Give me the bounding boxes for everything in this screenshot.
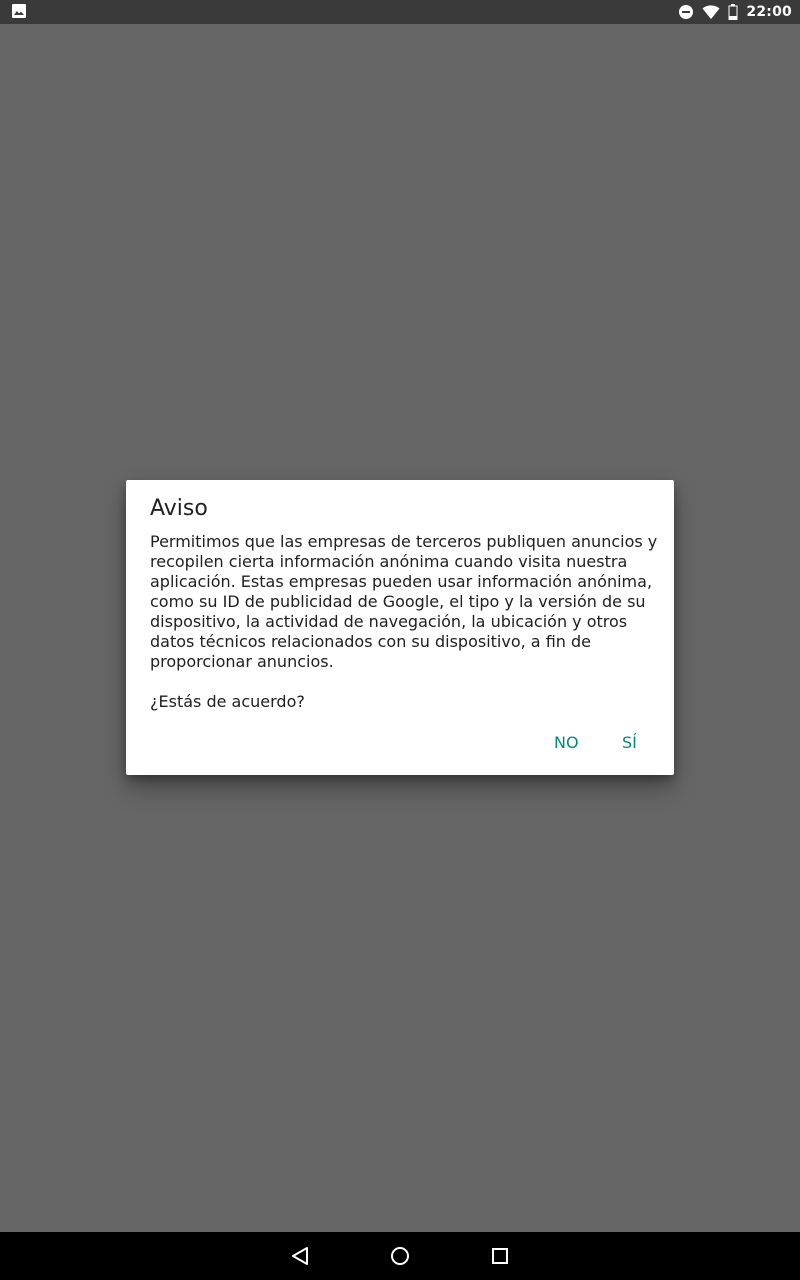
status-bar: 22:00 [0, 0, 800, 24]
dialog-question: ¿Estás de acuerdo? [150, 692, 305, 711]
ad-consent-dialog: Aviso Permitimos que las empresas de ter… [126, 480, 674, 775]
back-icon[interactable] [288, 1244, 312, 1268]
battery-icon [728, 4, 738, 20]
recent-apps-icon[interactable] [488, 1244, 512, 1268]
home-icon[interactable] [388, 1244, 412, 1268]
image-notification-icon [12, 4, 26, 18]
navigation-bar [0, 1232, 800, 1280]
dialog-message: Permitimos que las empresas de terceros … [150, 532, 658, 671]
no-button[interactable]: NO [546, 726, 587, 760]
do-not-disturb-icon [679, 5, 694, 19]
yes-button[interactable]: SÍ [614, 726, 645, 760]
dialog-title: Aviso [150, 496, 208, 521]
status-time: 22:00 [746, 4, 792, 20]
wifi-icon [702, 5, 720, 19]
